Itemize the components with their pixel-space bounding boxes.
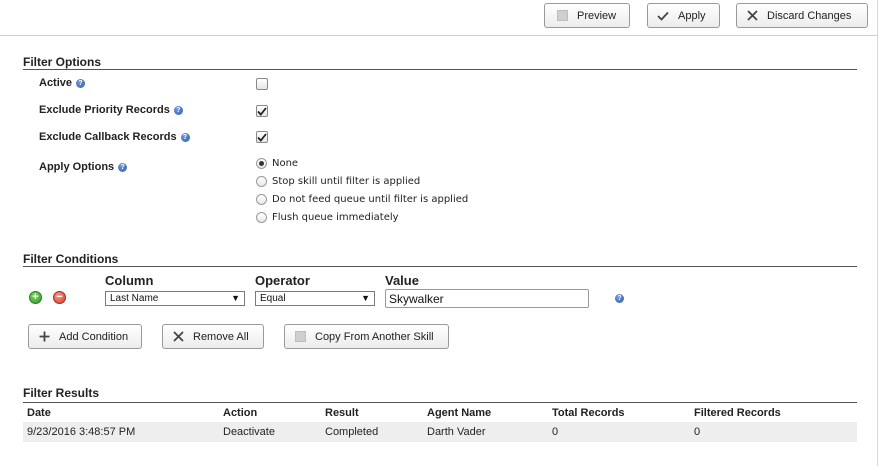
exclude-priority-label: Exclude Priority Records ?	[39, 104, 183, 116]
help-icon[interactable]: ?	[76, 78, 86, 88]
table-cell-agent-name: Darth Vader	[427, 426, 486, 438]
table-cell-filtered-records: 0	[694, 426, 701, 438]
remove-all-label: Remove All	[193, 330, 249, 343]
column-header-result: Result	[325, 407, 359, 419]
apply-options-label: Apply Options ?	[39, 161, 128, 173]
operator-select-value: Equal	[260, 293, 286, 304]
preview-button[interactable]: Preview	[544, 3, 630, 28]
apply-option-label: Do not feed queue until filter is applie…	[272, 194, 469, 205]
copy-from-another-skill-button[interactable]: Copy From Another Skill	[284, 324, 449, 349]
plus-icon	[37, 330, 51, 344]
operator-select[interactable]: Equal ▼	[255, 291, 375, 306]
toolbar-divider	[0, 35, 877, 36]
discard-changes-button-label: Discard Changes	[767, 9, 852, 22]
radio-button[interactable]	[256, 194, 267, 205]
apply-option-none[interactable]: None	[256, 158, 298, 169]
column-header-date: Date	[27, 407, 51, 419]
value-input[interactable]: Skywalker	[385, 289, 589, 308]
checkmark-icon	[656, 9, 670, 23]
filter-conditions-title: Filter Conditions	[23, 252, 119, 266]
apply-option-do-not-feed[interactable]: Do not feed queue until filter is applie…	[256, 194, 468, 205]
checkmark-icon	[257, 132, 267, 142]
add-condition-label: Add Condition	[59, 330, 129, 343]
apply-option-stop-skill[interactable]: Stop skill until filter is applied	[256, 176, 420, 187]
x-icon	[745, 9, 759, 23]
apply-button[interactable]: Apply	[647, 3, 720, 28]
column-header-action: Action	[223, 407, 258, 419]
column-header-filtered-records: Filtered Records	[694, 407, 781, 419]
right-border	[877, 0, 878, 466]
filter-conditions-rule	[23, 266, 857, 267]
exclude-callback-checkbox[interactable]	[256, 131, 268, 143]
value-input-text: Skywalker	[389, 291, 444, 306]
column-select-value: Last Name	[110, 293, 159, 304]
column-header-total-records: Total Records	[552, 407, 625, 419]
add-row-icon[interactable]: +	[29, 291, 42, 304]
apply-button-label: Apply	[678, 9, 706, 22]
checkmark-icon	[257, 106, 267, 116]
preview-button-label: Preview	[577, 9, 617, 22]
radio-button[interactable]	[256, 212, 267, 223]
table-cell-action: Deactivate	[223, 426, 275, 438]
table-cell-total-records: 0	[552, 426, 559, 438]
column-header: Column	[105, 273, 154, 288]
radio-button[interactable]	[256, 176, 267, 187]
table-cell-result: Completed	[325, 426, 379, 438]
apply-option-label: Stop skill until filter is applied	[272, 176, 421, 187]
column-select[interactable]: Last Name ▼	[105, 291, 245, 306]
active-checkbox[interactable]	[256, 78, 268, 90]
chevron-down-icon: ▼	[361, 293, 370, 303]
remove-all-button[interactable]: Remove All	[162, 324, 264, 349]
active-label: Active ?	[39, 77, 86, 89]
radio-button[interactable]	[256, 158, 267, 169]
discard-changes-button[interactable]: Discard Changes	[736, 3, 868, 28]
value-header: Value	[385, 273, 419, 288]
square-icon	[555, 9, 569, 23]
add-condition-button[interactable]: Add Condition	[28, 324, 142, 349]
filter-results-rule	[23, 402, 857, 403]
exclude-callback-label-text: Exclude Callback Records	[39, 131, 177, 143]
operator-header: Operator	[255, 273, 310, 288]
help-icon[interactable]: ?	[173, 105, 183, 115]
help-icon[interactable]: ?	[615, 294, 624, 303]
exclude-priority-label-text: Exclude Priority Records	[39, 104, 170, 116]
active-label-text: Active	[39, 77, 73, 89]
apply-options-label-text: Apply Options	[39, 161, 115, 173]
apply-option-flush-queue[interactable]: Flush queue immediately	[256, 212, 399, 223]
remove-row-icon[interactable]: −	[53, 291, 66, 304]
filter-results-title: Filter Results	[23, 386, 100, 400]
help-icon[interactable]: ?	[118, 162, 128, 172]
column-header-agent-name: Agent Name	[427, 407, 492, 419]
exclude-priority-checkbox[interactable]	[256, 105, 268, 117]
filter-options-rule	[23, 69, 857, 70]
copy-from-another-skill-label: Copy From Another Skill	[315, 330, 434, 343]
apply-option-label: Flush queue immediately	[272, 212, 399, 223]
x-icon	[171, 330, 185, 344]
filter-options-title: Filter Options	[23, 55, 101, 69]
apply-option-label: None	[272, 158, 299, 169]
exclude-callback-label: Exclude Callback Records ?	[39, 131, 190, 143]
chevron-down-icon: ▼	[231, 293, 240, 303]
table-cell-date: 9/23/2016 3:48:57 PM	[27, 426, 136, 438]
help-icon[interactable]: ?	[180, 132, 190, 142]
square-icon	[293, 330, 307, 344]
